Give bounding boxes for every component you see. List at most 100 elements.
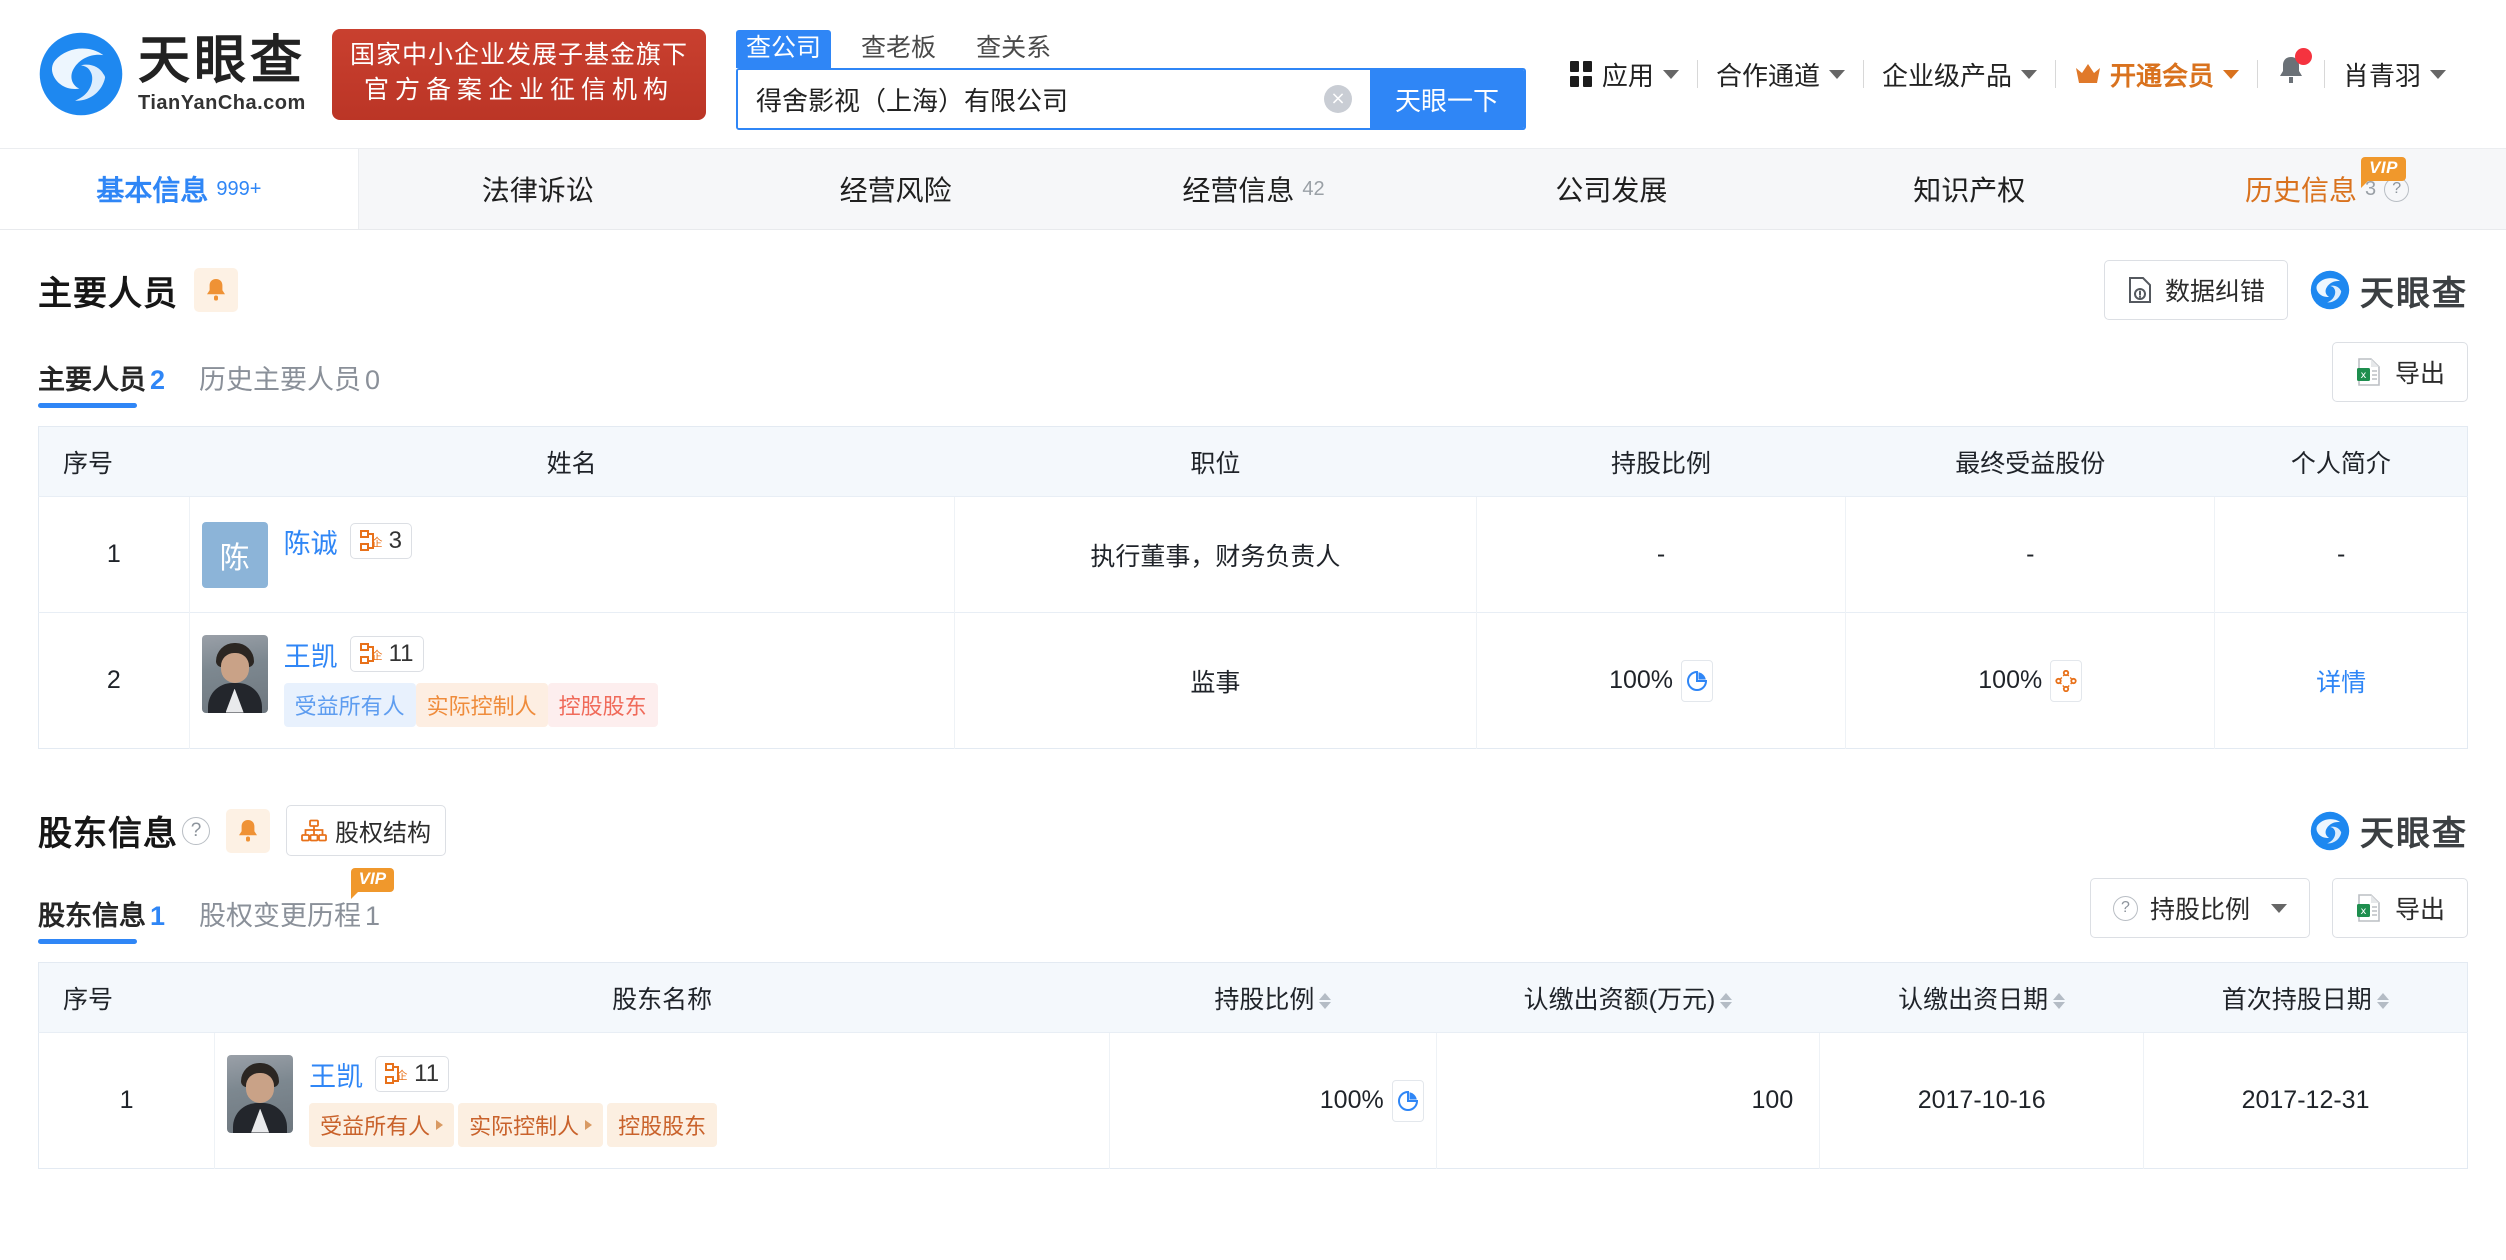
shareholders-header: 股东信息 ? 股权结构 天眼查 xyxy=(38,805,2468,856)
chevron-down-icon xyxy=(2222,69,2239,79)
watermark-logo: 天眼查 xyxy=(2310,266,2468,315)
pie-chart-icon[interactable] xyxy=(1391,1079,1424,1122)
nav-become-member[interactable]: 开通会员 xyxy=(2056,56,2257,93)
subscribe-bell-icon[interactable] xyxy=(226,808,270,853)
related-companies-badge[interactable]: 企 11 xyxy=(349,636,424,672)
search-tab-relation[interactable]: 查关系 xyxy=(966,30,1061,68)
search-tab-company[interactable]: 查公司 xyxy=(736,30,832,68)
watermark-text: 天眼查 xyxy=(2360,273,2468,314)
tab-legal-proceedings-label: 法律诉讼 xyxy=(481,175,594,206)
related-companies-badge[interactable]: 企 3 xyxy=(349,523,412,559)
share-ratio-filter-button[interactable]: ? 持股比例 xyxy=(2089,878,2310,938)
nav-enterprise-products[interactable]: 企业级产品 xyxy=(1864,56,2055,93)
th-share-ratio[interactable]: 持股比例 xyxy=(1109,962,1437,1033)
nav-partner-channel[interactable]: 合作通道 xyxy=(1698,56,1863,93)
related-companies-badge[interactable]: 企 11 xyxy=(375,1056,450,1092)
key-personnel-subtabs-row: 主要人员 2 历史主要人员 0 x 导出 xyxy=(38,342,2468,408)
table-row: 1 王凯 企 11 受益所有人 实际控制人 控股股东 100% 100 2017… xyxy=(38,1032,2468,1169)
tab-company-development[interactable]: 公司发展 xyxy=(1432,149,1790,229)
export-personnel-button[interactable]: x 导出 xyxy=(2331,342,2468,402)
search-area: 查公司 查老板 查关系 × 天眼一下 xyxy=(736,18,1527,130)
tag-beneficial-owner[interactable]: 受益所有人 xyxy=(309,1102,455,1147)
tab-intellectual-property[interactable]: 知识产权 xyxy=(1790,149,2148,229)
sort-icon[interactable] xyxy=(2376,992,2389,1009)
search-input[interactable] xyxy=(756,83,1317,115)
profile-detail-link[interactable]: 详情 xyxy=(2316,669,2366,697)
vip-badge-icon: VIP xyxy=(2361,157,2406,188)
tab-history-info[interactable]: VIP 历史信息 3 ? xyxy=(2148,149,2506,229)
cell-share-ratio: 100% xyxy=(1475,612,1846,749)
avatar-face xyxy=(246,1072,275,1103)
subtab-equity-change-history[interactable]: VIP 股权变更历程 1 xyxy=(199,868,395,944)
subtab-historical-personnel[interactable]: 历史主要人员 0 xyxy=(199,358,380,408)
th-beneficial-share: 最终受益股份 xyxy=(1845,426,2215,497)
export-shareholders-label: 导出 xyxy=(2394,896,2445,924)
site-header: 天眼查 TianYanCha.com 国家中小企业发展子基金旗下 官方备案企业征… xyxy=(0,0,2506,148)
th-subscribed-amount[interactable]: 认缴出资额(万元) xyxy=(1436,962,1820,1033)
tab-business-info-count: 42 xyxy=(1302,177,1325,200)
tag-actual-controller-label: 实际控制人 xyxy=(469,1113,580,1139)
tab-business-risk[interactable]: 经营风险 xyxy=(717,149,1075,229)
shareholders-subtab-actions: ? 持股比例 x 导出 xyxy=(2089,878,2468,944)
equity-structure-button[interactable]: 股权结构 xyxy=(286,805,446,856)
export-shareholders-button[interactable]: x 导出 xyxy=(2331,878,2468,938)
cell-subscribed-amount: 100 xyxy=(1435,1032,1820,1169)
tag-beneficial-owner[interactable]: 受益所有人 xyxy=(283,682,416,727)
share-ratio-value: 100% xyxy=(1609,666,1674,694)
th-subscribed-date-label: 认缴出资日期 xyxy=(1898,985,2049,1014)
nav-become-member-label: 开通会员 xyxy=(2109,60,2214,91)
network-node-icon[interactable] xyxy=(2050,659,2083,702)
svg-text:企: 企 xyxy=(371,535,382,549)
cell-subscribed-date: 2017-10-16 xyxy=(1819,1032,2144,1169)
help-icon[interactable]: ? xyxy=(182,816,210,845)
header-nav: 应用 合作通道 企业级产品 开通会员 肖青羽 xyxy=(1552,47,2464,95)
search-tab-boss[interactable]: 查老板 xyxy=(851,30,946,68)
person-name-link[interactable]: 王凯 xyxy=(284,635,338,674)
clear-icon[interactable]: × xyxy=(1324,85,1353,113)
person-cell: 王凯 企 11 受益所有人 实际控制人 控股股东 xyxy=(227,1054,1097,1147)
data-correction-button[interactable]: 数据纠错 xyxy=(2103,260,2288,320)
search-submit-button[interactable]: 天眼一下 xyxy=(1370,70,1525,128)
sort-icon[interactable] xyxy=(2053,992,2066,1009)
tab-history-info-label: 历史信息 xyxy=(2245,175,2358,206)
person-name-link[interactable]: 陈诚 xyxy=(284,522,338,561)
subtab-current-personnel[interactable]: 主要人员 2 xyxy=(38,358,165,408)
subscribe-bell-icon[interactable] xyxy=(194,268,238,312)
person-name-link[interactable]: 王凯 xyxy=(309,1055,363,1094)
th-first-hold-date[interactable]: 首次持股日期 xyxy=(2143,962,2468,1033)
chevron-right-icon xyxy=(436,1119,444,1130)
nav-apps-label: 应用 xyxy=(1601,60,1654,91)
svg-text:企: 企 xyxy=(397,1068,408,1082)
key-personnel-title: 主要人员 xyxy=(38,274,178,313)
tag-actual-controller[interactable]: 实际控制人 xyxy=(415,682,548,727)
table-row: 2 王凯 企 11 受益所有人 实际控制人 控股股东 监事 100% 100% … xyxy=(38,612,2468,749)
th-name: 姓名 xyxy=(189,426,955,497)
tag-actual-controller[interactable]: 实际控制人 xyxy=(458,1102,604,1147)
sort-icon[interactable] xyxy=(1720,992,1733,1009)
sort-icon[interactable] xyxy=(1319,992,1332,1009)
watermark-text: 天眼查 xyxy=(2360,814,2468,854)
cell-index: 2 xyxy=(38,612,190,749)
tab-business-info[interactable]: 经营信息 42 xyxy=(1075,149,1433,229)
key-personnel-subtabs: 主要人员 2 历史主要人员 0 xyxy=(38,358,380,408)
person-cell: 陈 陈诚 企 3 xyxy=(201,521,942,588)
tag-controlling-shareholder[interactable]: 控股股东 xyxy=(547,682,658,727)
beneficial-share-value: 100% xyxy=(1978,666,2043,694)
nav-user-menu[interactable]: 肖青羽 xyxy=(2325,56,2464,93)
th-index: 序号 xyxy=(38,426,190,497)
subtab-shareholder-info[interactable]: 股东信息 1 xyxy=(38,894,165,944)
notifications-button[interactable] xyxy=(2258,47,2324,95)
pie-chart-icon[interactable] xyxy=(1681,659,1714,702)
share-ratio-value-wrap: 100% xyxy=(1320,1079,1424,1122)
question-icon: ? xyxy=(2112,895,2138,921)
tab-legal-proceedings[interactable]: 法律诉讼 xyxy=(359,149,717,229)
shareholder-tags: 受益所有人 实际控制人 控股股东 xyxy=(309,1102,721,1147)
table-header-row: 序号 姓名 职位 持股比例 最终受益股份 个人简介 xyxy=(38,426,2468,497)
brand-logo[interactable]: 天眼查 TianYanCha.com xyxy=(38,31,306,117)
tag-controlling-shareholder[interactable]: 控股股东 xyxy=(607,1102,718,1147)
main-tab-nav: 基本信息 999+ 法律诉讼 经营风险 经营信息 42 公司发展 知识产权 VI… xyxy=(0,148,2506,230)
tab-basic-info[interactable]: 基本信息 999+ xyxy=(0,149,359,229)
th-subscribed-date[interactable]: 认缴出资日期 xyxy=(1819,962,2144,1033)
nav-apps[interactable]: 应用 xyxy=(1552,56,1697,93)
subtab-equity-change-history-label: 股权变更历程 xyxy=(199,901,362,931)
